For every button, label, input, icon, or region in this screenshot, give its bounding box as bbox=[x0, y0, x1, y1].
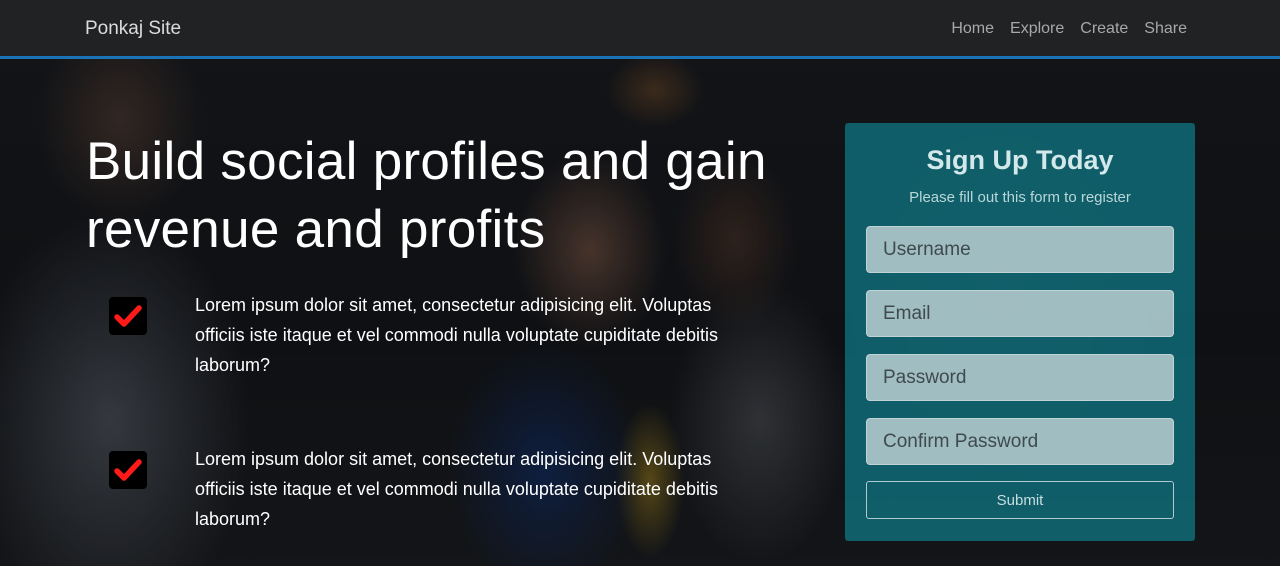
confirm-password-field[interactable] bbox=[866, 418, 1174, 465]
brand-logo[interactable]: Ponkaj Site bbox=[85, 18, 181, 40]
nav-link-create[interactable]: Create bbox=[1080, 20, 1128, 38]
username-field[interactable] bbox=[866, 226, 1174, 273]
submit-button[interactable]: Submit bbox=[866, 481, 1174, 519]
checkmark-icon bbox=[109, 297, 147, 335]
feature-text: Lorem ipsum dolor sit amet, consectetur … bbox=[195, 295, 718, 375]
nav-link-home[interactable]: Home bbox=[951, 20, 994, 38]
checkmark-icon bbox=[109, 451, 147, 489]
signup-title: Sign Up Today bbox=[926, 145, 1114, 175]
signup-subtitle: Please fill out this form to register bbox=[909, 189, 1131, 206]
nav-link-share[interactable]: Share bbox=[1144, 20, 1187, 38]
nav-links: Home Explore Create Share bbox=[951, 20, 1187, 38]
email-field[interactable] bbox=[866, 290, 1174, 337]
password-field[interactable] bbox=[866, 354, 1174, 401]
hero-title: Build social profiles and gain revenue a… bbox=[86, 132, 767, 259]
nav-link-explore[interactable]: Explore bbox=[1010, 20, 1064, 38]
navbar: Ponkaj Site Home Explore Create Share bbox=[0, 0, 1280, 59]
signup-card: Sign Up Today Please fill out this form … bbox=[845, 123, 1195, 541]
feature-text: Lorem ipsum dolor sit amet, consectetur … bbox=[195, 449, 718, 529]
